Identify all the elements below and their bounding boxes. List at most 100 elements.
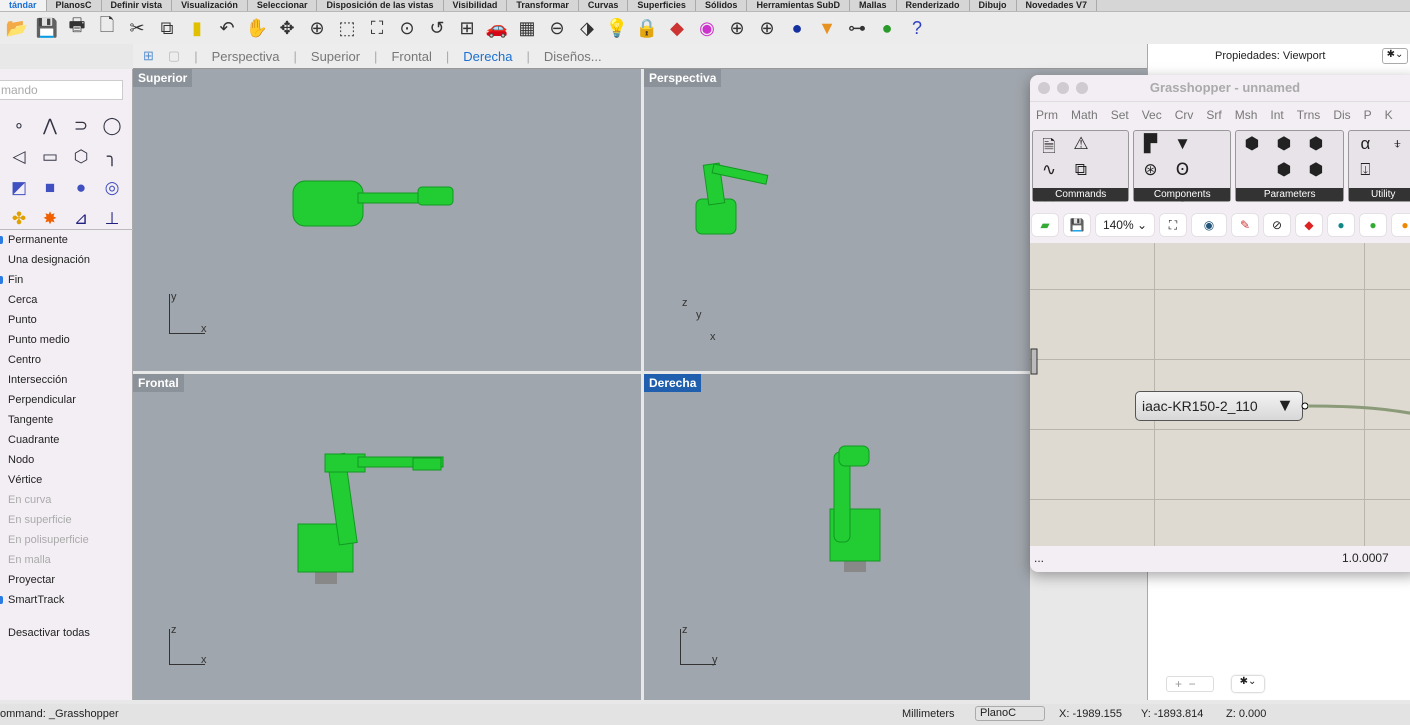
menu-tab[interactable]: PlanosC: [47, 0, 102, 11]
document-icon[interactable]: 🗎: [1036, 134, 1062, 158]
gh-tab[interactable]: K: [1385, 108, 1393, 122]
gh-tab[interactable]: Trns: [1297, 108, 1321, 122]
grasshopper-titlebar[interactable]: Grasshopper - unnamed: [1030, 75, 1410, 101]
menu-tab[interactable]: Herramientas SubD: [747, 0, 850, 11]
zoom-button[interactable]: [1076, 82, 1088, 94]
zoom-extents-icon[interactable]: ⛶: [1160, 214, 1186, 236]
menu-tab[interactable]: Renderizado: [897, 0, 970, 11]
alpha-icon[interactable]: α: [1352, 134, 1378, 158]
osnap-cerca[interactable]: Cerca: [0, 290, 133, 310]
osnap-proyectar[interactable]: Proyectar: [0, 570, 133, 590]
preview-mode-icon[interactable]: ●: [1328, 214, 1354, 236]
zoom-extents-icon[interactable]: ⛶: [364, 15, 390, 41]
zoom-window-icon[interactable]: ⬚: [334, 15, 360, 41]
settings-menu-button[interactable]: ✱⌄: [1232, 676, 1264, 692]
fillet-icon[interactable]: ╮: [97, 142, 127, 172]
osnap-nodo[interactable]: Nodo: [0, 450, 133, 470]
windows-icon[interactable]: ⧉: [1068, 160, 1094, 184]
grasshopper-canvas[interactable]: iaac-KR150-2_110 ▼: [1030, 243, 1410, 546]
menu-tab[interactable]: Dibujo: [970, 0, 1017, 11]
print-icon[interactable]: 🖶: [64, 15, 90, 41]
save-icon[interactable]: 💾: [34, 15, 60, 41]
spotlight-icon[interactable]: ▼: [814, 15, 840, 41]
target-icon[interactable]: ⊛: [1137, 160, 1163, 184]
osnap-smarttrack[interactable]: SmartTrack: [0, 590, 133, 610]
osnap-en-superficie[interactable]: En superficie: [0, 510, 133, 530]
dimension-icon[interactable]: ⊶: [844, 15, 870, 41]
gh-tab[interactable]: Srf: [1206, 108, 1221, 122]
sphere-icon[interactable]: ●: [66, 173, 96, 203]
wireframe-icon[interactable]: ⊕: [724, 15, 750, 41]
zoom-icon[interactable]: ⊕: [304, 15, 330, 41]
single-view-icon[interactable]: ▢: [168, 48, 180, 64]
wave-icon[interactable]: ∿: [1036, 160, 1062, 184]
osnap-en-malla[interactable]: En malla: [0, 550, 133, 570]
cplane-icon[interactable]: ⊖: [544, 15, 570, 41]
shaded-preview-icon[interactable]: ●: [1360, 214, 1386, 236]
osnap-intersección[interactable]: Intersección: [0, 370, 133, 390]
osnap-cuadrante[interactable]: Cuadrante: [0, 430, 133, 450]
program-param-icon[interactable]: ⬢: [1271, 160, 1297, 184]
render-sphere-icon[interactable]: ●: [784, 15, 810, 41]
four-view-icon[interactable]: ⊞: [143, 48, 154, 64]
command-input[interactable]: mando: [0, 80, 123, 100]
osnap-centro[interactable]: Centro: [0, 350, 133, 370]
cut-icon[interactable]: ✂: [124, 15, 150, 41]
zoom-dropdown[interactable]: 140% ⌄: [1096, 214, 1154, 236]
minimize-button[interactable]: [1057, 82, 1069, 94]
open-icon[interactable]: 📂: [4, 15, 30, 41]
rectangle-icon[interactable]: ▭: [35, 142, 65, 172]
layer-icon[interactable]: ◆: [664, 15, 690, 41]
grasshopper-icon[interactable]: ●: [874, 15, 900, 41]
menu-tab[interactable]: Curvas: [579, 0, 629, 11]
toolpath-param-icon[interactable]: ⬢: [1303, 160, 1329, 184]
pan-icon[interactable]: ✋: [244, 15, 270, 41]
light-icon[interactable]: 💡: [604, 15, 630, 41]
gh-tab[interactable]: Msh: [1235, 108, 1258, 122]
gh-tab[interactable]: Crv: [1175, 108, 1194, 122]
save-file-icon[interactable]: 💾: [1064, 214, 1090, 236]
cplane-select[interactable]: PlanoC: [975, 706, 1045, 721]
tab-disenos[interactable]: Diseños...: [544, 49, 602, 64]
surface-icon[interactable]: ◩: [4, 173, 34, 203]
undo-icon[interactable]: ↶: [214, 15, 240, 41]
menu-tab[interactable]: Definir vista: [102, 0, 173, 11]
open-file-icon[interactable]: ▰: [1032, 214, 1058, 236]
menu-tab[interactable]: Visibilidad: [444, 0, 508, 11]
template-icon[interactable]: 🗋: [94, 15, 120, 41]
rotate-view-icon[interactable]: ✥: [274, 15, 300, 41]
polygon-icon[interactable]: ⬡: [66, 142, 96, 172]
menu-tab[interactable]: Mallas: [850, 0, 897, 11]
tab-derecha[interactable]: Derecha: [463, 49, 512, 64]
wire-icon[interactable]: ⊘: [1264, 214, 1290, 236]
undo-view-icon[interactable]: ↺: [424, 15, 450, 41]
tab-perspectiva[interactable]: Perspectiva: [212, 49, 280, 64]
menu-tab[interactable]: Disposición de las vistas: [317, 0, 444, 11]
robot-param-icon[interactable]: ⬢: [1239, 134, 1265, 158]
osnap-en-polisuperficie[interactable]: En polisuperficie: [0, 530, 133, 550]
gh-tab[interactable]: P: [1364, 108, 1372, 122]
zoom-selected-icon[interactable]: ⊙: [394, 15, 420, 41]
osnap-en-curva[interactable]: En curva: [0, 490, 133, 510]
units-label[interactable]: Millimeters: [902, 708, 955, 720]
copy-icon[interactable]: ⧉: [154, 15, 180, 41]
gh-tab[interactable]: Math: [1071, 108, 1098, 122]
menu-tab[interactable]: Novedades V7: [1017, 0, 1098, 11]
circle-icon[interactable]: ◯: [97, 111, 127, 141]
robot-icon[interactable]: Ꙩ: [1169, 160, 1195, 184]
menu-tab[interactable]: Transformar: [507, 0, 579, 11]
bake-icon[interactable]: ◆: [1296, 214, 1322, 236]
gh-tab[interactable]: Dis: [1333, 108, 1350, 122]
paste-icon[interactable]: ▮: [184, 15, 210, 41]
uxyz2-icon[interactable]: ⍗: [1352, 160, 1378, 184]
menu-tab[interactable]: Visualización: [172, 0, 248, 11]
car-icon[interactable]: 🚗: [484, 15, 510, 41]
frame-icon[interactable]: ▛: [1137, 134, 1163, 158]
tool-icon[interactable]: ▼: [1169, 134, 1195, 158]
properties-settings-button[interactable]: ✱⌄: [1382, 48, 1408, 64]
help-icon[interactable]: ?: [904, 15, 930, 41]
shaded-grid-icon[interactable]: ⊕: [754, 15, 780, 41]
color-wheel-icon[interactable]: ◉: [694, 15, 720, 41]
grid-icon[interactable]: ▦: [514, 15, 540, 41]
disable-all-button[interactable]: Desactivar todas: [8, 627, 90, 639]
